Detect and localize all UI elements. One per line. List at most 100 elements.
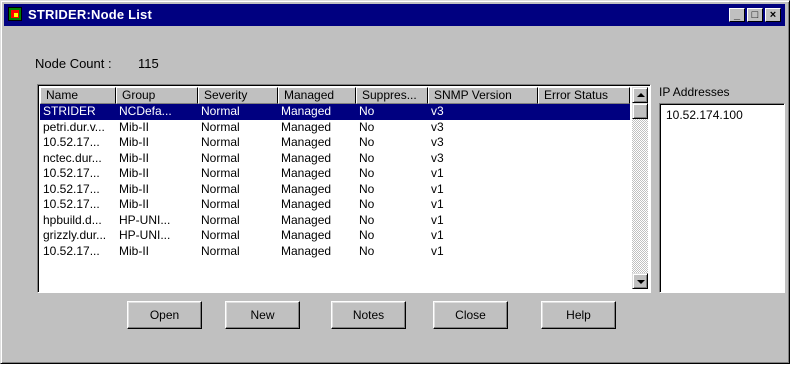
column-header-error-status[interactable]: Error Status (538, 87, 630, 104)
cell-managed: Managed (281, 243, 332, 258)
column-header-suppressed[interactable]: Suppres... (356, 87, 428, 104)
table-row[interactable]: 10.52.17... Mib-II Normal Managed No v1 (40, 182, 630, 198)
column-header-severity[interactable]: Severity (198, 87, 278, 104)
table-scrollbar[interactable] (632, 87, 648, 289)
cell-managed: Managed (281, 135, 332, 149)
cell-managed: Managed (281, 197, 332, 211)
window-title: STRIDER:Node List (28, 7, 153, 22)
cell-suppressed: No (359, 150, 375, 165)
ip-addresses-label: IP Addresses (659, 85, 730, 99)
close-button[interactable]: Close (433, 301, 508, 329)
cell-suppressed: No (359, 135, 375, 149)
help-button[interactable]: Help (541, 301, 616, 329)
table-row[interactable]: STRIDER NCDefa... Normal Managed No v3 (40, 104, 630, 120)
ip-address-item[interactable]: 10.52.174.100 (666, 108, 743, 122)
cell-suppressed: No (359, 243, 375, 258)
node-count-label: Node Count : (35, 56, 112, 71)
cell-snmp-version: v1 (431, 197, 444, 211)
column-header-group[interactable]: Group (116, 87, 198, 104)
cell-managed: Managed (281, 212, 332, 227)
cell-snmp-version: v3 (431, 104, 444, 118)
cell-snmp-version: v1 (431, 181, 444, 196)
cell-snmp-version: v3 (431, 150, 444, 165)
cell-name: 10.52.17... (43, 197, 100, 211)
cell-name: 10.52.17... (43, 135, 100, 149)
cell-managed: Managed (281, 181, 332, 196)
cell-severity: Normal (201, 212, 240, 227)
ip-addresses-list[interactable]: 10.52.174.100 (659, 103, 785, 293)
cell-group: Mib-II (119, 135, 149, 149)
cell-name: petri.dur.v... (43, 119, 105, 134)
cell-name: nctec.dur... (43, 150, 102, 165)
scroll-up-button[interactable] (632, 87, 648, 103)
close-window-button[interactable]: × (765, 8, 781, 22)
minimize-button[interactable]: _ (729, 8, 745, 22)
arrow-up-icon (637, 93, 645, 97)
cell-managed: Managed (281, 166, 332, 180)
cell-managed: Managed (281, 228, 332, 242)
new-button[interactable]: New (225, 301, 300, 329)
cell-snmp-version: v1 (431, 166, 444, 180)
table-row[interactable]: 10.52.17... Mib-II Normal Managed No v3 (40, 135, 630, 151)
notes-button[interactable]: Notes (331, 301, 406, 329)
cell-snmp-version: v1 (431, 212, 444, 227)
open-button[interactable]: Open (127, 301, 202, 329)
table-row[interactable]: 10.52.17... Mib-II Normal Managed No v1 (40, 166, 630, 182)
maximize-button[interactable]: □ (747, 8, 763, 22)
cell-name: STRIDER (43, 104, 96, 118)
cell-group: Mib-II (119, 150, 149, 165)
cell-severity: Normal (201, 166, 240, 180)
cell-severity: Normal (201, 197, 240, 211)
node-count-value: 115 (138, 56, 159, 71)
table-row[interactable]: grizzly.dur... HP-UNI... Normal Managed No v1 (40, 228, 630, 244)
cell-suppressed: No (359, 166, 375, 180)
cell-group: Mib-II (119, 181, 149, 196)
cell-snmp-version: v1 (431, 243, 444, 258)
cell-severity: Normal (201, 135, 240, 149)
cell-suppressed: No (359, 228, 375, 242)
cell-severity: Normal (201, 243, 240, 258)
cell-suppressed: No (359, 119, 375, 134)
arrow-down-icon (637, 280, 645, 284)
app-icon[interactable] (8, 7, 22, 21)
table-row[interactable]: 10.52.17... Mib-II Normal Managed No v1 (40, 197, 630, 213)
cell-severity: Normal (201, 150, 240, 165)
scroll-thumb[interactable] (632, 103, 648, 119)
cell-name: hpbuild.d... (43, 212, 102, 227)
cell-severity: Normal (201, 181, 240, 196)
cell-managed: Managed (281, 104, 332, 118)
title-bar[interactable]: STRIDER:Node List _ □ × (4, 4, 785, 26)
cell-group: NCDefa... (119, 104, 172, 118)
table-row[interactable]: petri.dur.v... Mib-II Normal Managed No v3 (40, 120, 630, 136)
cell-group: Mib-II (119, 119, 149, 134)
column-header-snmp-version[interactable]: SNMP Version (428, 87, 538, 104)
cell-name: 10.52.17... (43, 166, 100, 180)
cell-suppressed: No (359, 181, 375, 196)
cell-managed: Managed (281, 119, 332, 134)
column-header-managed[interactable]: Managed (278, 87, 356, 104)
cell-suppressed: No (359, 104, 375, 118)
scroll-down-button[interactable] (632, 273, 648, 289)
table-row[interactable]: hpbuild.d... HP-UNI... Normal Managed No v1 (40, 213, 630, 229)
cell-group: Mib-II (119, 197, 149, 211)
table-row[interactable]: nctec.dur... Mib-II Normal Managed No v3 (40, 151, 630, 167)
cell-severity: Normal (201, 119, 240, 134)
node-table[interactable]: Name Group Severity Managed Suppres... S… (37, 84, 651, 293)
cell-group: Mib-II (119, 243, 149, 258)
cell-managed: Managed (281, 150, 332, 165)
node-list-window: STRIDER:Node List _ □ × Node Count : 115… (0, 0, 790, 364)
cell-suppressed: No (359, 212, 375, 227)
table-body: STRIDER NCDefa... Normal Managed No v3 petri.d… (40, 104, 630, 259)
cell-snmp-version: v1 (431, 228, 444, 242)
cell-suppressed: No (359, 197, 375, 211)
cell-name: grizzly.dur... (43, 228, 107, 242)
cell-snmp-version: v3 (431, 135, 444, 149)
cell-name: 10.52.17... (43, 181, 100, 196)
column-header-name[interactable]: Name (40, 87, 116, 104)
cell-severity: Normal (201, 104, 240, 118)
cell-name: 10.52.17... (43, 243, 100, 258)
table-row[interactable]: 10.52.17... Mib-II Normal Managed No v1 (40, 244, 630, 260)
cell-snmp-version: v3 (431, 119, 444, 134)
cell-group: Mib-II (119, 166, 149, 180)
cell-group: HP-UNI... (119, 212, 171, 227)
